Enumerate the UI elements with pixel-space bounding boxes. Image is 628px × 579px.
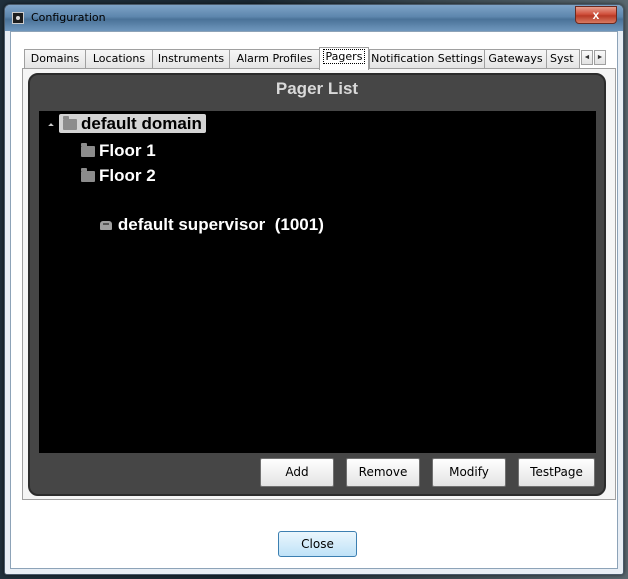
modify-button[interactable]: Modify <box>432 458 506 487</box>
remove-button[interactable]: Remove <box>346 458 420 487</box>
window-title: Configuration <box>31 11 106 24</box>
tab-label: Gateways <box>488 52 543 65</box>
window-close-button[interactable]: x <box>575 6 617 24</box>
pager-user-icon <box>99 221 112 230</box>
tree-node-floor-1[interactable]: Floor 1 <box>81 140 156 162</box>
tree-node-label: Floor 2 <box>99 166 156 185</box>
tree-node-label: default domain <box>81 114 202 133</box>
folder-icon <box>63 116 77 130</box>
tab-strip: Domains Locations Instruments Alarm Prof… <box>14 47 614 70</box>
tab-label: Locations <box>92 52 146 65</box>
tab-label: Alarm Profiles <box>236 52 313 65</box>
tab-scroll-left-icon[interactable]: ◄ <box>581 50 593 65</box>
testpage-button[interactable]: TestPage <box>518 458 595 487</box>
tab-label: Notification Settings <box>371 52 483 65</box>
tab-system[interactable]: Syst <box>546 49 580 68</box>
tab-label: Syst <box>550 52 574 65</box>
add-button[interactable]: Add <box>260 458 334 487</box>
folder-icon <box>81 143 95 157</box>
tree-node-default-domain[interactable]: default domain <box>59 113 206 135</box>
pager-tree-view[interactable]: default domain Floor 1 Floor 2 default s… <box>39 111 596 453</box>
tab-gateways[interactable]: Gateways <box>484 49 547 68</box>
folder-icon <box>81 168 95 182</box>
app-icon <box>12 12 24 24</box>
tab-alarm-profiles[interactable]: Alarm Profiles <box>229 49 320 68</box>
tab-scroll-right-icon[interactable]: ► <box>594 50 606 65</box>
tab-notification-settings[interactable]: Notification Settings <box>369 49 485 68</box>
tree-node-label-wrap: default domain <box>59 114 206 133</box>
panel-title: Pager List <box>275 79 359 98</box>
tree-node-label: default supervisor (1001) <box>117 215 324 234</box>
tab-label: Pagers <box>322 49 366 64</box>
tab-domains[interactable]: Domains <box>24 49 86 68</box>
expand-arrow-icon[interactable] <box>48 123 54 129</box>
tree-node-label: Floor 1 <box>99 141 156 160</box>
close-button[interactable]: Close <box>278 531 357 557</box>
tree-node-default-supervisor[interactable]: default supervisor (1001) <box>81 192 324 234</box>
tab-pagers[interactable]: Pagers <box>319 47 369 70</box>
tab-label: Domains <box>30 52 80 65</box>
tree-node-floor-2[interactable]: Floor 2 <box>81 165 156 187</box>
tab-instruments[interactable]: Instruments <box>152 49 230 68</box>
title-bar[interactable]: Configuration x <box>5 5 623 31</box>
tab-label: Instruments <box>157 52 225 65</box>
tab-locations[interactable]: Locations <box>85 49 153 68</box>
